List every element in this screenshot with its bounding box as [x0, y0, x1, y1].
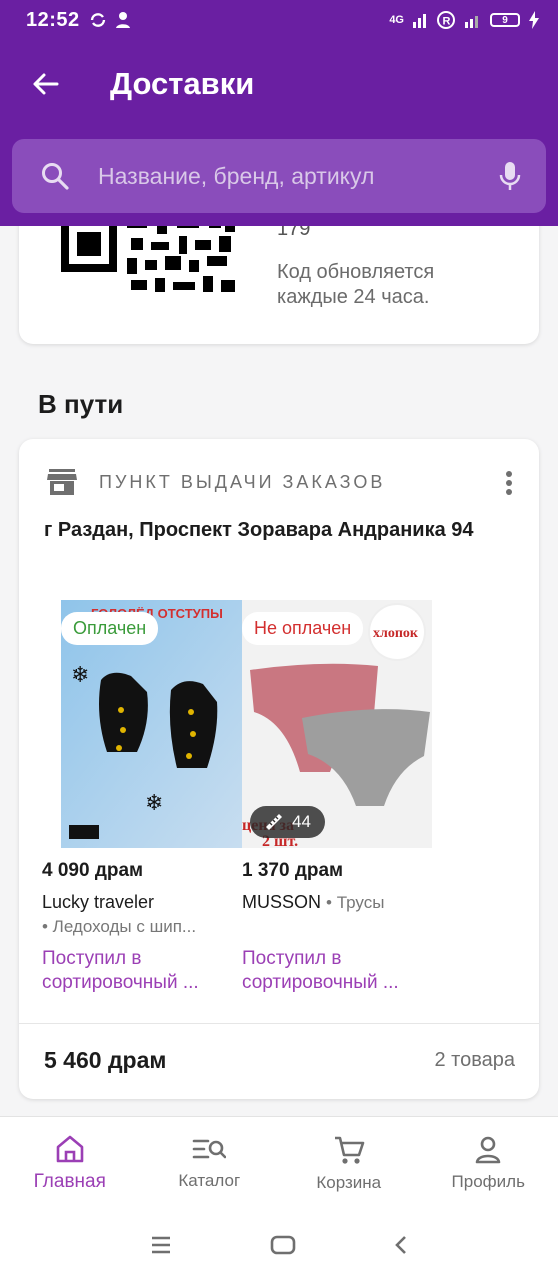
system-navigation — [0, 1210, 558, 1280]
product-price: 1 370 драм — [242, 860, 344, 881]
product-brand: MUSSON • Трусы — [242, 892, 385, 912]
search-input[interactable] — [98, 162, 474, 190]
dot-icon — [506, 489, 512, 495]
divider — [19, 1023, 539, 1024]
nav-cart-label: Корзина — [316, 1172, 382, 1192]
charging-icon — [529, 11, 539, 29]
product-category: • Ледоходы с шип... — [42, 917, 197, 936]
qr-card: 179 Код обновляется каждые 24 часа. — [19, 226, 539, 344]
pickup-address: г Раздан, Проспект Зоравара Андраника 94 — [44, 519, 474, 541]
qr-code-number: 179 — [277, 226, 311, 240]
dot-icon — [506, 480, 512, 486]
order-item-count: 2 товара — [434, 1049, 515, 1071]
page-title: Доставки — [110, 66, 255, 101]
back-nav-icon[interactable] — [394, 1235, 408, 1255]
payment-status-badge: Не оплачен — [242, 612, 364, 645]
microphone-icon — [499, 162, 521, 190]
registered-icon: R — [437, 11, 455, 29]
signal-icon — [413, 14, 426, 28]
search-icon — [42, 163, 69, 190]
nav-profile-label: Профиль — [451, 1171, 525, 1191]
battery-icon: 9 — [490, 13, 520, 27]
product-price: 4 090 драм — [42, 860, 144, 881]
bottom-navigation: Главная Каталог Корзина Профиль — [0, 1116, 558, 1210]
svg-text:❄: ❄ — [145, 791, 163, 816]
menu-icon[interactable] — [150, 1236, 172, 1254]
product-image[interactable]: ГОЛОЛЁД ОТСТУПЫ ❄ ❄ Оплачен — [61, 600, 251, 848]
pickup-label: ПУНКТ ВЫДАЧИ ЗАКАЗОВ — [99, 471, 386, 492]
nav-home-label: Главная — [33, 1170, 106, 1192]
dot-icon — [506, 471, 512, 477]
profile-icon — [475, 1136, 501, 1163]
product-image-label: хлопок — [373, 626, 419, 641]
more-options-button[interactable] — [499, 467, 519, 499]
nav-cart[interactable]: Корзина — [279, 1117, 419, 1210]
back-button[interactable] — [0, 40, 90, 128]
sync-icon — [90, 13, 105, 27]
catalog-search-icon — [192, 1139, 227, 1158]
product-brand: Lucky traveler — [42, 892, 155, 912]
notification-icon — [115, 12, 130, 28]
app-bar: Доставки — [0, 40, 558, 128]
product-category: • Трусы — [326, 893, 385, 912]
section-title: В пути — [38, 389, 124, 419]
product-image[interactable]: хлопок цена за 2 шт. Не оплачен 44 — [242, 600, 432, 848]
status-bar: 12:52 4G R 9 — [0, 0, 558, 40]
size-badge: 44 — [250, 806, 325, 838]
qr-code — [61, 226, 237, 302]
delivery-status: Поступил в сортировочный ... — [42, 948, 199, 993]
store-icon — [47, 469, 77, 495]
order-card[interactable]: ПУНКТ ВЫДАЧИ ЗАКАЗОВ г Раздан, Проспект … — [19, 439, 539, 1099]
arrow-back-icon — [33, 73, 59, 95]
product-card[interactable]: ГОЛОЛЁД ОТСТУПЫ ❄ ❄ Оплачен 4 090 драм L… — [42, 600, 251, 995]
size-value: 44 — [292, 812, 311, 831]
nav-profile[interactable]: Профиль — [419, 1117, 558, 1210]
network-type: 4G — [389, 14, 404, 26]
svg-text:R: R — [443, 16, 451, 28]
product-card[interactable]: хлопок цена за 2 шт. Не оплачен 44 1 370… — [242, 600, 432, 995]
home-button-icon[interactable] — [270, 1235, 296, 1255]
search-bar-container — [0, 128, 558, 226]
content[interactable]: 179 Код обновляется каждые 24 часа. В пу… — [0, 226, 558, 1116]
payment-status-badge: Оплачен — [61, 612, 159, 645]
ruler-icon — [266, 814, 282, 830]
signal-icon-2 — [465, 16, 478, 28]
qr-note: Код обновляется каждые 24 часа. — [277, 261, 435, 308]
voice-search-button[interactable] — [474, 160, 546, 192]
search-bar[interactable] — [12, 139, 546, 213]
pickup-header: ПУНКТ ВЫДАЧИ ЗАКАЗОВ — [47, 469, 385, 495]
delivery-status: Поступил в сортировочный ... — [242, 948, 399, 993]
home-icon — [56, 1135, 84, 1162]
nav-home[interactable]: Главная — [0, 1117, 140, 1210]
nav-catalog[interactable]: Каталог — [140, 1117, 280, 1210]
cart-icon — [334, 1136, 365, 1164]
svg-text:❄: ❄ — [71, 663, 89, 688]
order-total: 5 460 драм — [44, 1047, 167, 1073]
nav-catalog-label: Каталог — [178, 1170, 241, 1190]
status-time: 12:52 — [26, 8, 80, 31]
